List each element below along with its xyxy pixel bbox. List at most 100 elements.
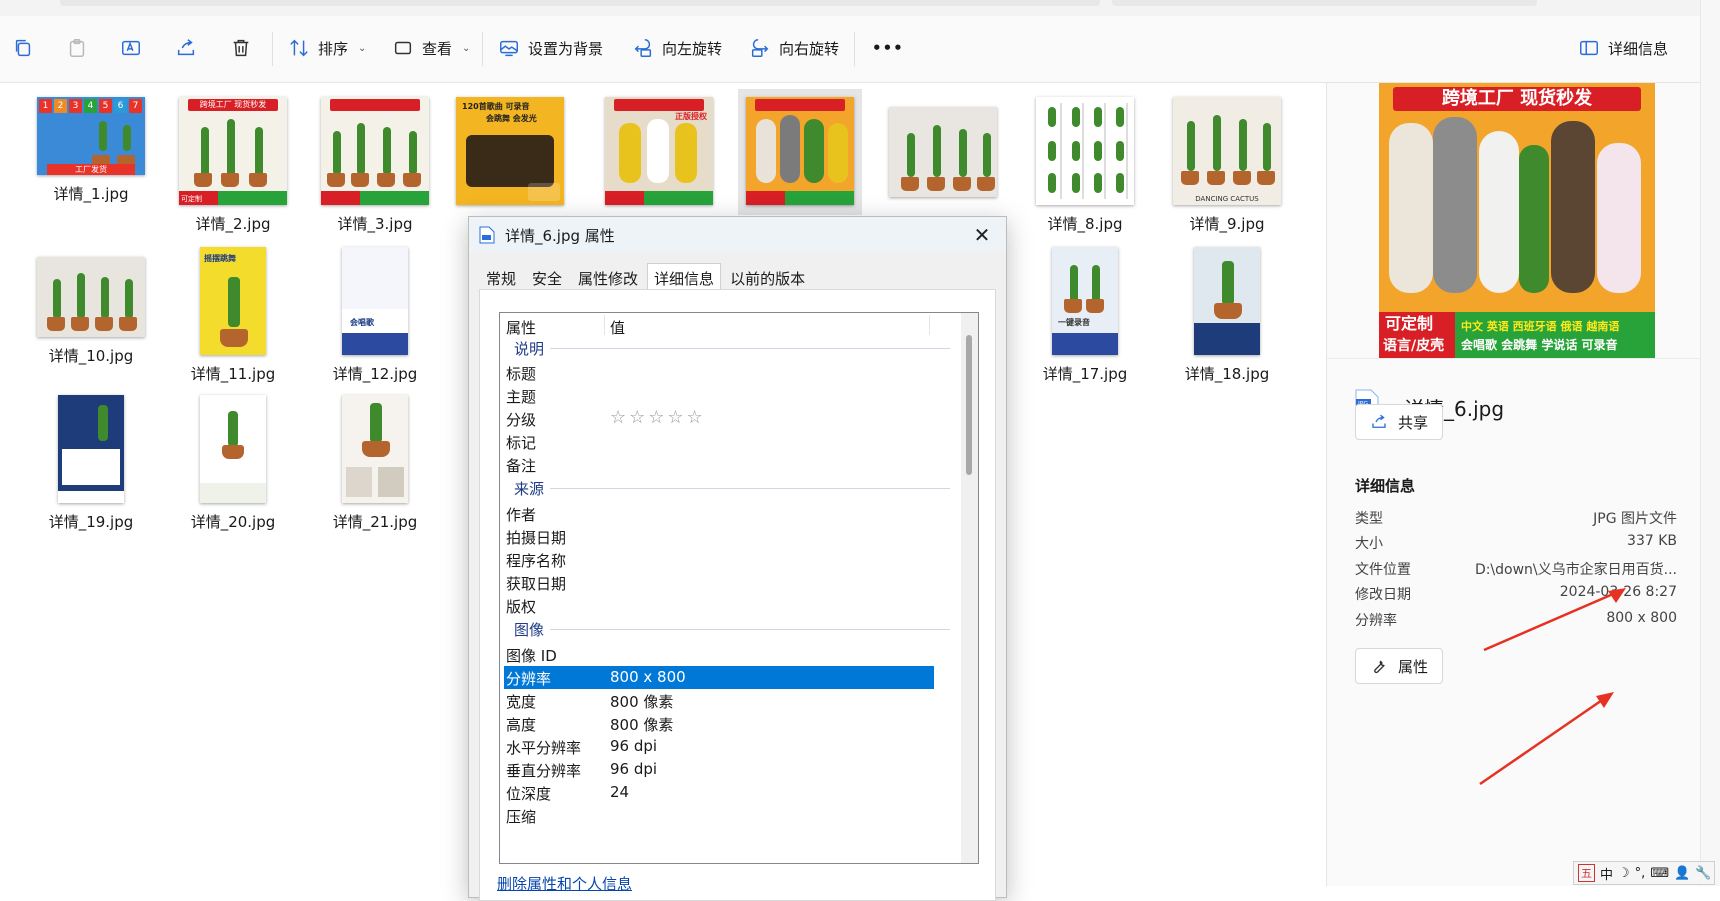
file-name: 详情_19.jpg [48, 513, 134, 531]
property-row[interactable]: 水平分辨率 96 dpi [504, 735, 934, 758]
copy-button[interactable] [12, 30, 34, 66]
property-name: 图像 ID [506, 647, 557, 665]
tab-general[interactable]: 常规 [479, 263, 523, 289]
file-item[interactable]: 正版授权 [596, 97, 722, 205]
vertical-scrollbar[interactable] [961, 313, 978, 863]
file-item[interactable]: 详情_10.jpg [28, 247, 154, 366]
file-item[interactable] [880, 97, 1006, 197]
property-row[interactable]: 宽度 800 像素 [504, 689, 934, 712]
tab-security[interactable]: 安全 [525, 263, 569, 289]
property-name: 标题 [506, 365, 537, 383]
file-item[interactable]: 详情_20.jpg [170, 395, 296, 532]
property-row[interactable]: 备注 [504, 453, 934, 476]
property-name: 分辨率 [506, 670, 552, 688]
detail-key: 大小 [1355, 536, 1383, 552]
file-item[interactable]: 详情_3.jpg [312, 97, 438, 234]
property-row[interactable]: 主题 [504, 384, 934, 407]
column-header-property[interactable]: 属性 [506, 317, 536, 338]
property-row[interactable]: 获取日期 [504, 571, 934, 594]
property-row[interactable]: 版权 [504, 594, 934, 617]
ime-mode-icon[interactable]: 五 [1578, 864, 1595, 882]
moon-icon[interactable]: ☽ [1618, 866, 1630, 881]
preview-caption: 中文 英语 西班牙语 俄语 越南语 [1461, 320, 1620, 333]
thumb-caption: 会唱歌 [350, 318, 374, 327]
property-list[interactable]: 属性 值 说明 标题 主题 分级 ☆☆☆☆☆ 标记 备注 来源 作者 拍摄日期 程… [499, 312, 979, 864]
file-item-selected[interactable] [738, 89, 862, 215]
close-button[interactable]: ✕ [968, 221, 996, 249]
details-pane-button[interactable]: 详细信息 [1578, 30, 1668, 66]
property-row[interactable]: 压缩 [504, 804, 934, 827]
detail-value: JPG 图片文件 [1593, 511, 1677, 527]
property-name: 作者 [506, 506, 537, 524]
properties-button[interactable]: 属性 [1355, 648, 1444, 684]
wrench-icon[interactable]: 🔧 [1695, 866, 1711, 881]
window-scrollbar[interactable] [1700, 0, 1720, 886]
detail-value[interactable]: D:\down\义乌市企家日用百货... [1475, 559, 1677, 579]
scrollbar-thumb[interactable] [966, 335, 972, 475]
thumb-caption: DANCING CACTUS [1195, 195, 1259, 203]
column-header-value[interactable]: 值 [610, 317, 625, 338]
ime-language-toggle[interactable]: 中 [1600, 864, 1613, 883]
property-row-selected[interactable]: 分辨率 800 x 800 [504, 666, 934, 689]
rename-button[interactable] [120, 30, 142, 66]
file-item[interactable]: 详情_21.jpg [312, 395, 438, 532]
set-background-button[interactable]: 设置为背景 [498, 30, 603, 66]
paste-button[interactable] [66, 30, 88, 66]
property-row[interactable]: 拍摄日期 [504, 525, 934, 548]
thumb-caption: 正版授权 [675, 112, 707, 121]
delete-button[interactable] [230, 30, 252, 66]
rotate-right-button[interactable]: 向右旋转 [749, 30, 839, 66]
sort-button[interactable]: 排序 ⌄ [288, 30, 366, 66]
property-row[interactable]: 标记 [504, 430, 934, 453]
file-item[interactable]: 详情_8.jpg [1022, 97, 1148, 234]
property-name: 分级 [506, 411, 537, 429]
tab-details[interactable]: 详细信息 [647, 263, 722, 289]
thumb-number: 7 [129, 99, 142, 113]
property-row[interactable]: 分级 ☆☆☆☆☆ [504, 407, 934, 430]
file-name: 详情_11.jpg [190, 365, 276, 383]
rotate-right-label: 向右旋转 [779, 39, 840, 58]
thumbnail-image [1036, 97, 1134, 205]
detail-value: 2024-03-26 8:27 [1559, 584, 1677, 600]
rotate-left-button[interactable]: 向左旋转 [632, 30, 722, 66]
view-button[interactable]: 查看 ⌄ [392, 30, 470, 66]
property-value: 800 像素 [610, 716, 674, 734]
file-item[interactable]: 详情_18.jpg [1164, 247, 1290, 384]
more-options-button[interactable]: ••• [872, 30, 904, 66]
file-item[interactable]: 1 2 3 4 5 6 7 工厂发货 详情_1.jpg [28, 97, 154, 204]
file-item[interactable]: 摇摆跳舞 详情_11.jpg [170, 247, 296, 384]
property-value: 96 dpi [610, 760, 658, 778]
file-item[interactable]: 会唱歌 详情_12.jpg [312, 247, 438, 384]
share-icon [1372, 414, 1386, 428]
user-icon[interactable]: 👤 [1674, 866, 1690, 881]
property-row[interactable]: 图像 ID [504, 643, 934, 666]
rating-stars[interactable]: ☆☆☆☆☆ [610, 407, 706, 428]
property-row[interactable]: 标题 [504, 361, 934, 384]
remove-properties-link[interactable]: 删除属性和个人信息 [497, 873, 632, 894]
property-row[interactable]: 垂直分辨率 96 dpi [504, 758, 934, 781]
dialog-title-bar: 详情_6.jpg 属性 ✕ [469, 217, 1006, 253]
keyboard-icon[interactable]: ⌨ [1650, 866, 1669, 881]
details-pane-icon [1580, 40, 1598, 56]
share-button[interactable] [175, 30, 197, 66]
detail-value: 337 KB [1627, 533, 1677, 549]
tab-previous-versions[interactable]: 以前的版本 [723, 263, 812, 289]
file-name: 详情_21.jpg [332, 513, 418, 531]
property-row[interactable]: 作者 [504, 502, 934, 525]
file-item[interactable]: 120首歌曲 可录音 会跳舞 会发光 [454, 97, 566, 205]
property-row[interactable]: 程序名称 [504, 548, 934, 571]
file-item[interactable]: 跨境工厂 现货秒发 可定制 详情_2.jpg [170, 97, 296, 234]
file-item[interactable]: 详情_19.jpg [28, 395, 154, 532]
punctuation-icon[interactable]: °, [1635, 866, 1646, 881]
file-item[interactable]: DANCING CACTUS 详情_9.jpg [1164, 97, 1290, 234]
tab-property-edit[interactable]: 属性修改 [571, 263, 645, 289]
paste-icon [69, 39, 85, 57]
property-row[interactable]: 位深度 24 [504, 781, 934, 804]
file-name: 详情_9.jpg [1189, 215, 1265, 233]
file-item[interactable]: 一键录音 详情_17.jpg [1022, 247, 1148, 384]
wrench-icon [1374, 660, 1385, 674]
thumbnail-image [200, 395, 266, 503]
share-button[interactable]: 共享 [1355, 404, 1444, 440]
property-row[interactable]: 高度 800 像素 [504, 712, 934, 735]
detail-key: 文件位置 [1355, 562, 1411, 578]
